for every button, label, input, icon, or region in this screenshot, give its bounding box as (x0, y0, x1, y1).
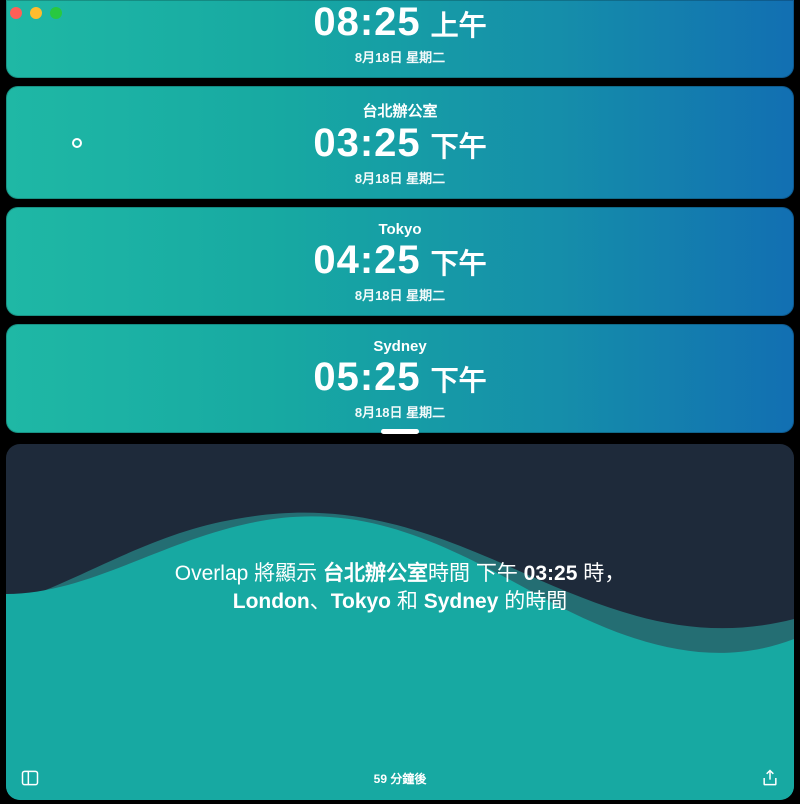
zoom-window-button[interactable] (50, 7, 62, 19)
wave-illustration (6, 444, 794, 800)
clock-date: 8月18日 星期二 (6, 402, 794, 421)
countdown-label: 59 分鐘後 (374, 770, 427, 787)
clock-ampm: 下午 (431, 125, 487, 165)
overlap-description: Overlap 將顯示 台北辦公室時間 下午 03:25 時，London、To… (6, 560, 794, 617)
current-location-indicator-icon (72, 138, 82, 148)
clock-label: 台北辦公室 (6, 100, 794, 121)
clock-ampm: 下午 (431, 359, 487, 399)
close-window-button[interactable] (10, 7, 22, 19)
clock-time: 08:25 (313, 0, 420, 45)
clock-card[interactable]: 08:25 上午 8月18日 星期二 (6, 0, 794, 78)
panel-drag-handle[interactable] (381, 429, 419, 434)
clock-card[interactable]: Sydney 05:25 下午 8月18日 星期二 (6, 324, 794, 433)
clock-card[interactable]: Tokyo 04:25 下午 8月18日 星期二 (6, 207, 794, 316)
sidebar-icon (20, 768, 40, 788)
minimize-window-button[interactable] (30, 7, 42, 19)
clock-label: Tokyo (6, 221, 794, 238)
sidebar-toggle-button[interactable] (18, 766, 42, 790)
clock-label: Sydney (6, 338, 794, 355)
clock-ampm: 下午 (431, 242, 487, 282)
share-button[interactable] (758, 766, 782, 790)
clock-date: 8月18日 星期二 (6, 285, 794, 304)
clock-time: 05:25 (313, 355, 420, 400)
clock-card-list: 08:25 上午 8月18日 星期二 台北辦公室 03:25 下午 8月18日 … (6, 0, 794, 433)
overlap-panel: Overlap 將顯示 台北辦公室時間 下午 03:25 時，London、To… (6, 444, 794, 800)
clock-date: 8月18日 星期二 (6, 47, 794, 66)
clock-date: 8月18日 星期二 (6, 168, 794, 187)
clock-time: 04:25 (313, 238, 420, 283)
bottom-toolbar: 59 分鐘後 (6, 766, 794, 790)
clock-ampm: 上午 (431, 4, 487, 44)
clock-card[interactable]: 台北辦公室 03:25 下午 8月18日 星期二 (6, 86, 794, 199)
window-controls (10, 7, 62, 19)
clock-time: 03:25 (313, 121, 420, 166)
share-icon (760, 768, 780, 788)
